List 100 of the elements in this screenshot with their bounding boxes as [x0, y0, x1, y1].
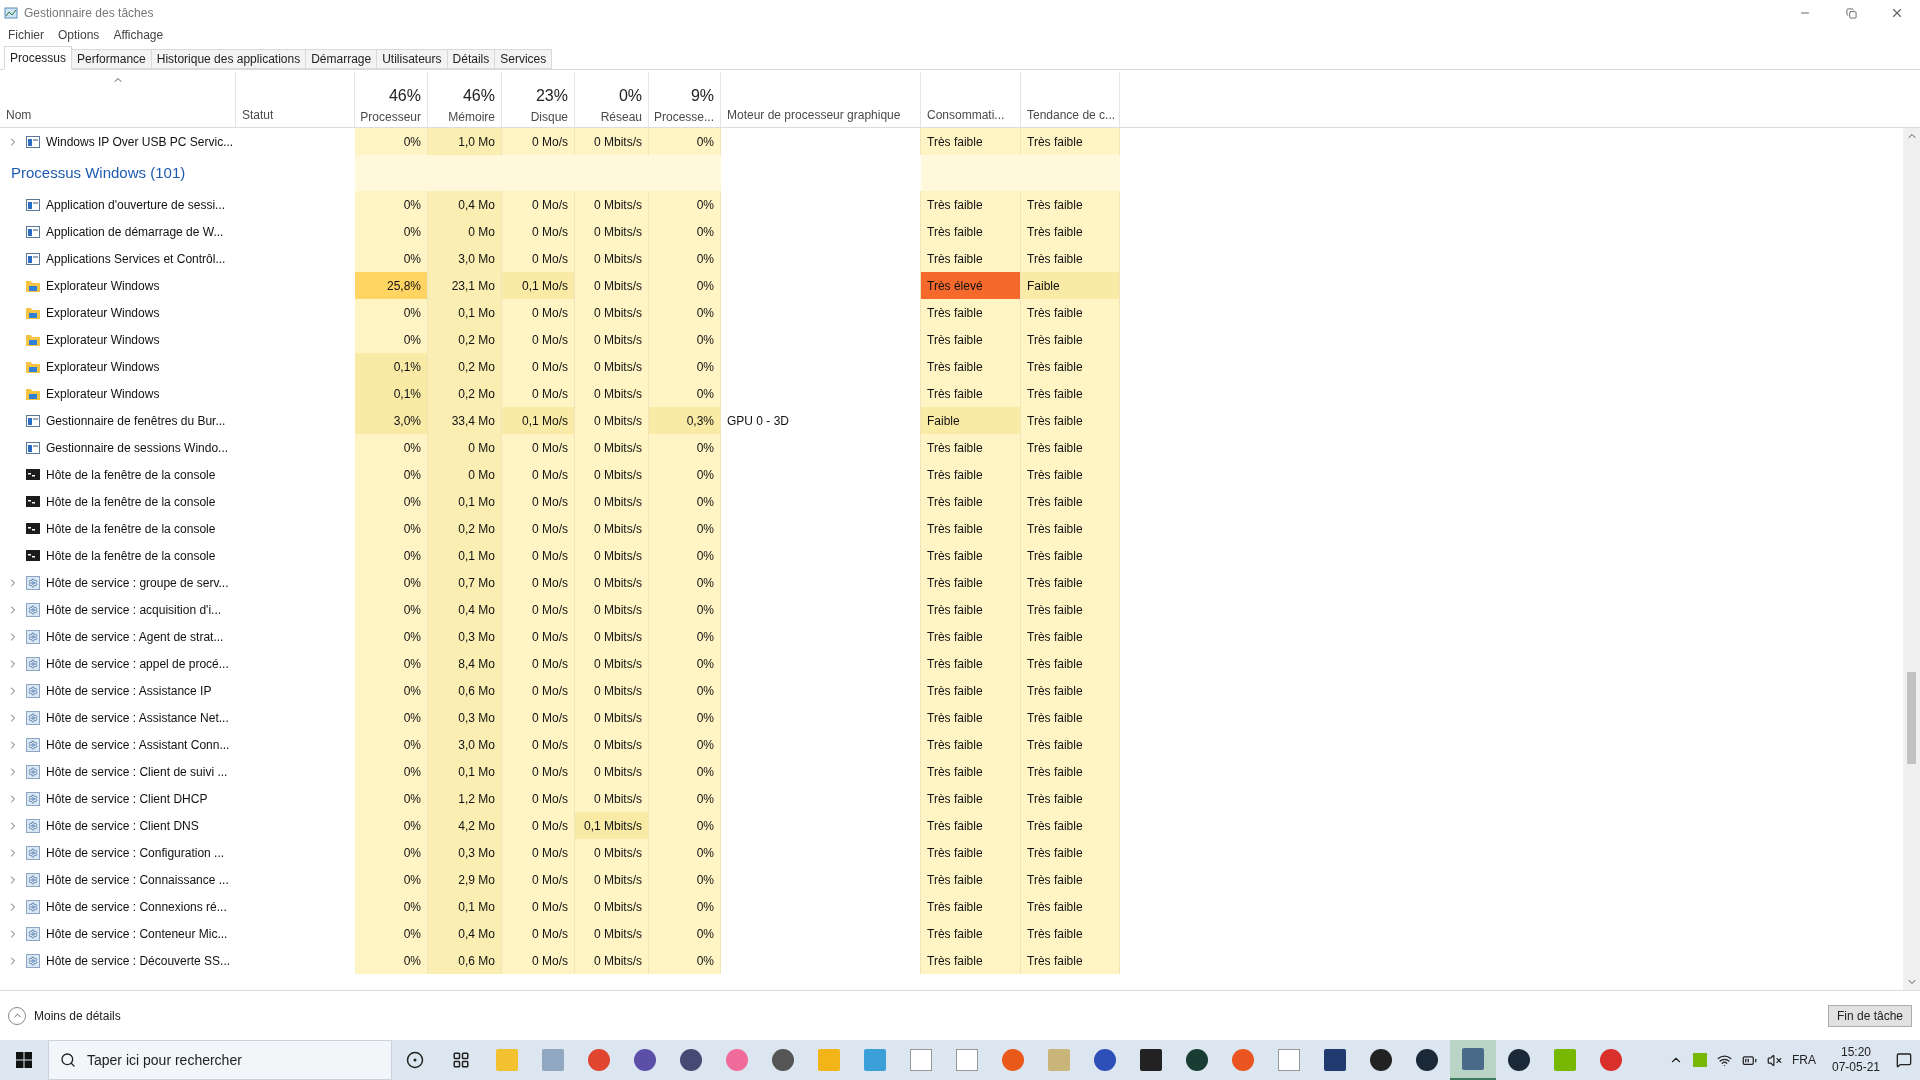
- tab[interactable]: Utilisateurs: [377, 49, 448, 69]
- notification-icon[interactable]: [1896, 1052, 1912, 1068]
- table-cell: Très faible: [921, 434, 1021, 461]
- process-name: Hôte de service : Connexions ré...: [46, 898, 227, 916]
- menu-item[interactable]: Fichier: [8, 26, 44, 44]
- table-cell: Très faible: [1021, 704, 1120, 731]
- gear-icon: [26, 710, 40, 725]
- tab[interactable]: Processus: [4, 46, 73, 70]
- table-cell: Très faible: [921, 245, 1021, 272]
- column-header[interactable]: 46% Processeur: [355, 72, 428, 127]
- speaker-muted-icon[interactable]: [1766, 1052, 1782, 1068]
- column-header[interactable]: Tendance de c...: [1021, 72, 1120, 127]
- table-cell: 0%: [649, 569, 721, 596]
- column-header[interactable]: 46% Mémoire: [428, 72, 502, 127]
- end-task-button[interactable]: Fin de tâche: [1827, 1004, 1912, 1027]
- table-cell: 0 Mo/s: [502, 731, 575, 758]
- table-cell: 0 Mo/s: [502, 434, 575, 461]
- table-cell: 0%: [649, 218, 721, 245]
- table-cell: Très faible: [921, 542, 1021, 569]
- table-cell: Très faible: [1021, 488, 1120, 515]
- table-cell: Très faible: [1021, 380, 1120, 407]
- column-header[interactable]: 0% Réseau: [575, 72, 649, 127]
- table-cell: 0%: [649, 704, 721, 731]
- table-cell: 0 Mo/s: [502, 893, 575, 920]
- table-cell: Très faible: [1021, 866, 1120, 893]
- scrollbar[interactable]: [1903, 128, 1920, 990]
- table-cell: 0%: [649, 866, 721, 893]
- table-cell: Très faible: [921, 812, 1021, 839]
- group-header: Processus Windows (101): [11, 162, 186, 183]
- tab[interactable]: Démarrage: [306, 49, 378, 69]
- less-details-link[interactable]: Moins de détails: [8, 1006, 121, 1025]
- table-cell: 0%: [649, 758, 721, 785]
- table-cell: 0,1 Mo/s: [502, 272, 575, 299]
- table-cell: 0 Mbits/s: [575, 515, 649, 542]
- table-cell: Très faible: [921, 515, 1021, 542]
- table-cell: 0 Mo/s: [502, 326, 575, 353]
- table-cell: 0,4 Mo: [428, 920, 502, 947]
- table-cell: 0,2 Mo: [428, 326, 502, 353]
- table-cell: 0 Mbits/s: [575, 326, 649, 353]
- clock[interactable]: 15:20 07-05-21: [1825, 1045, 1886, 1075]
- table-cell: Très faible: [1021, 596, 1120, 623]
- table-cell: 0%: [355, 704, 428, 731]
- table-cell: 0%: [355, 542, 428, 569]
- table-cell: 0 Mo/s: [502, 758, 575, 785]
- tab[interactable]: Services: [495, 49, 553, 69]
- table-cell: Très faible: [921, 704, 1021, 731]
- table-cell: 0%: [355, 893, 428, 920]
- table-cell: Très faible: [921, 461, 1021, 488]
- table-cell: Très faible: [921, 218, 1021, 245]
- column-header[interactable]: Consommati...: [921, 72, 1021, 127]
- table-cell: Très faible: [1021, 191, 1120, 218]
- table-cell: 0 Mbits/s: [575, 623, 649, 650]
- table-cell: 0,1 Mo/s: [502, 407, 575, 434]
- window-icon: [26, 441, 40, 454]
- tab[interactable]: Détails: [447, 49, 496, 69]
- table-cell: 0%: [649, 461, 721, 488]
- column-header[interactable]: 9% Processe...: [649, 72, 721, 127]
- table-cell: 0 Mo/s: [502, 380, 575, 407]
- language-indicator[interactable]: FRA: [1791, 1051, 1816, 1069]
- column-header[interactable]: Statut: [236, 72, 355, 127]
- table-cell: 0 Mo/s: [502, 299, 575, 326]
- process-name: Hôte de service : Client DNS: [46, 817, 199, 835]
- table-cell: 0%: [355, 758, 428, 785]
- table-cell: Très faible: [921, 596, 1021, 623]
- column-header[interactable]: Moteur de processeur graphique: [721, 72, 921, 127]
- table-cell: 4,2 Mo: [428, 812, 502, 839]
- table-cell: 0%: [355, 677, 428, 704]
- gpu-tray-icon[interactable]: [1692, 1053, 1707, 1067]
- table-cell: 0%: [355, 326, 428, 353]
- table-cell: 0 Mbits/s: [575, 596, 649, 623]
- table-cell: 0%: [355, 785, 428, 812]
- table-cell: 0%: [355, 866, 428, 893]
- table-cell: Très faible: [1021, 515, 1120, 542]
- column-header[interactable]: Nom: [0, 72, 236, 127]
- search-field[interactable]: Taper ici pour rechercher: [48, 1040, 392, 1080]
- table-cell: 0,2 Mo: [428, 515, 502, 542]
- folder-icon: [26, 360, 40, 373]
- column-header[interactable]: 23% Disque: [502, 72, 575, 127]
- scrollbar-thumb[interactable]: [1907, 672, 1916, 764]
- table-cell: 0%: [649, 650, 721, 677]
- tab[interactable]: Historique des applications: [151, 49, 307, 69]
- console-icon: [26, 523, 40, 534]
- table-cell: Très faible: [921, 839, 1021, 866]
- table-cell: 0 Mbits/s: [575, 218, 649, 245]
- table-cell: Très faible: [1021, 947, 1120, 974]
- process-name: Hôte de la fenêtre de la console: [46, 520, 216, 538]
- process-name: Hôte de service : acquisition d'i...: [46, 601, 222, 619]
- process-name: Hôte de service : Client de suivi ...: [46, 763, 228, 781]
- wifi-icon[interactable]: [1716, 1052, 1732, 1068]
- tab[interactable]: Performance: [72, 49, 152, 69]
- gear-icon: [26, 737, 40, 752]
- table-cell: 0 Mbits/s: [575, 731, 649, 758]
- table-cell: 0,1 Mo: [428, 893, 502, 920]
- menu-item[interactable]: Affichage: [113, 26, 164, 44]
- table-cell: 0,3%: [649, 407, 721, 434]
- process-name: Hôte de service : Client DHCP: [46, 790, 208, 808]
- gear-icon: [26, 575, 40, 590]
- menu-item[interactable]: Options: [58, 26, 100, 44]
- table-cell: 0 Mbits/s: [575, 272, 649, 299]
- table-cell: 0,1%: [355, 353, 428, 380]
